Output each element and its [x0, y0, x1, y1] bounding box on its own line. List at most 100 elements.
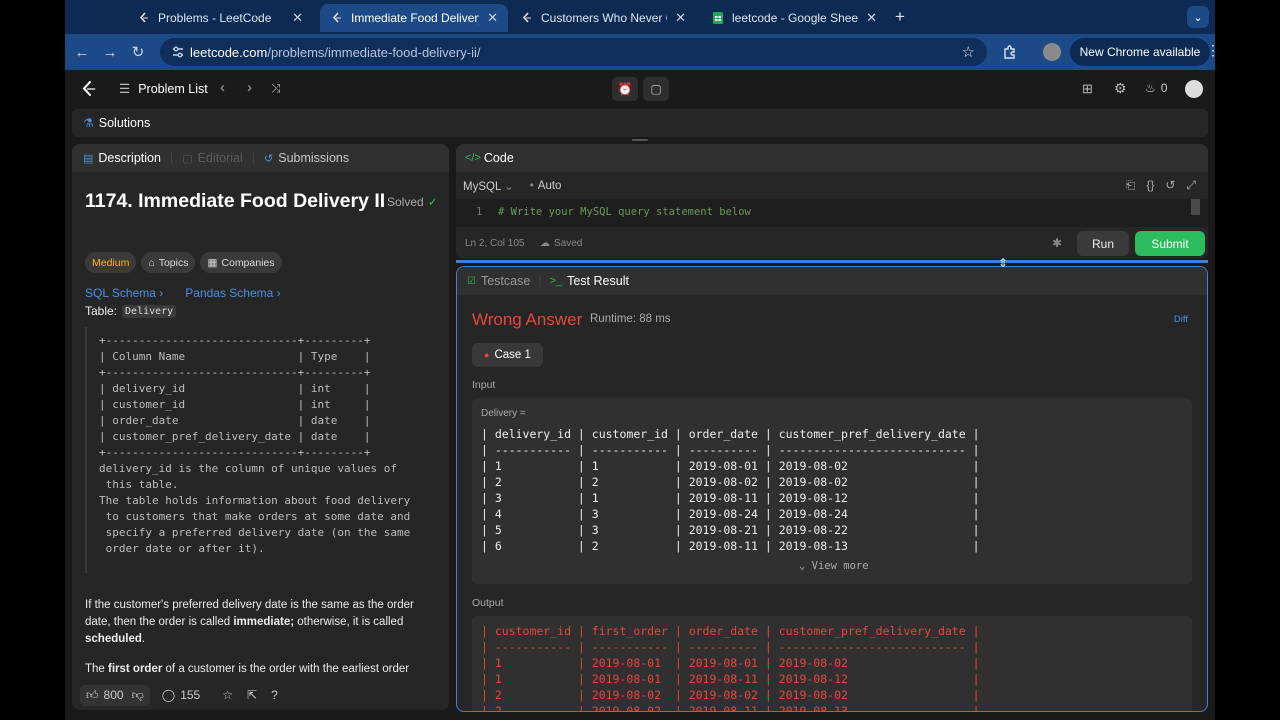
- difficulty-badge: Medium: [85, 252, 137, 273]
- format-braces-icon[interactable]: {}: [1146, 178, 1154, 193]
- site-info-icon[interactable]: [171, 45, 185, 59]
- pandas-schema-link[interactable]: Pandas Schema ›: [185, 286, 280, 300]
- shuffle-icon[interactable]: ⤨: [271, 81, 281, 96]
- profile-avatar[interactable]: [1043, 43, 1061, 61]
- table-label-row: Table: Delivery: [85, 304, 177, 318]
- comment-icon: ◯: [161, 688, 176, 702]
- schema-block: +-----------------------------+---------…: [99, 334, 411, 555]
- comments-button[interactable]: ◯ 155: [162, 688, 200, 702]
- view-more-button[interactable]: ⌄ View more: [799, 560, 869, 572]
- browser-tab[interactable]: leetcode - Google Sheets ✕: [701, 4, 887, 32]
- leetcode-icon: [520, 12, 533, 25]
- input-table: | delivery_id | customer_id | order_date…: [481, 427, 980, 553]
- editor-actions: ⎗ {} ↺ ⤢: [1115, 178, 1196, 193]
- problem-list-label: Problem List: [138, 81, 208, 96]
- tab-test-result[interactable]: >_ Test Result: [550, 274, 629, 288]
- tab-testcase[interactable]: ☑ Testcase: [467, 274, 530, 288]
- expand-icon[interactable]: ⤢: [1186, 178, 1196, 193]
- tab-description[interactable]: ▤ Description: [83, 151, 161, 165]
- user-avatar[interactable]: [1185, 80, 1203, 98]
- verdict-title: Wrong Answer: [472, 310, 583, 329]
- close-icon[interactable]: ✕: [487, 10, 498, 26]
- back-icon[interactable]: ←: [68, 44, 96, 61]
- prev-problem-icon[interactable]: ‹: [220, 79, 225, 96]
- favorite-star-icon[interactable]: ☆: [222, 688, 233, 702]
- leetcode-icon: [330, 12, 343, 25]
- editor-scrollbar[interactable]: [1191, 199, 1200, 215]
- cursor-position: Ln 2, Col 105: [465, 238, 525, 249]
- language-select[interactable]: MySQL ⌄: [463, 179, 514, 193]
- solutions-label: Solutions: [98, 116, 151, 130]
- chrome-menu-icon[interactable]: ⋮: [1206, 42, 1215, 59]
- variable-label: Delivery =: [481, 408, 526, 419]
- new-tab-icon[interactable]: +: [895, 7, 905, 27]
- extensions-icon[interactable]: [1002, 44, 1018, 60]
- document-icon: ▤: [83, 152, 94, 165]
- check-circle-icon: ✓: [427, 195, 438, 209]
- terminal-icon: >_: [549, 275, 563, 287]
- address-bar[interactable]: leetcode.com/problems/immediate-food-del…: [160, 38, 987, 66]
- input-label: Input: [472, 379, 496, 391]
- reload-icon[interactable]: ↻: [124, 43, 152, 61]
- forward-icon[interactable]: →: [96, 44, 124, 61]
- debug-bug-icon[interactable]: ✱: [1052, 236, 1062, 250]
- browser-tab[interactable]: Customers Who Never Order ✕: [510, 4, 696, 32]
- building-icon: ▦: [207, 256, 218, 269]
- problem-list-button[interactable]: ☰ Problem List: [119, 81, 208, 97]
- code-icon: </>: [465, 152, 481, 164]
- output-label: Output: [472, 597, 504, 609]
- notes-icon[interactable]: ▢: [643, 77, 669, 101]
- layout-grid-icon[interactable]: ⊞: [1082, 81, 1093, 97]
- input-box: Delivery = | delivery_id | customer_id |…: [472, 398, 1192, 584]
- case-tab[interactable]: ● Case 1: [472, 343, 543, 367]
- tab-title: Customers Who Never Order: [541, 11, 667, 25]
- sql-schema-link[interactable]: SQL Schema ›: [85, 286, 163, 300]
- auto-mode[interactable]: Auto: [538, 180, 562, 192]
- editor-toolbar: MySQL ⌄ • Auto: [463, 179, 561, 193]
- settings-gear-icon[interactable]: ⚙: [1114, 80, 1127, 97]
- diff-toggle[interactable]: Diff: [1174, 314, 1188, 325]
- code-panel: </> Code MySQL ⌄ • Auto ⎗ {} ↺ ⤢ 1 # Wri…: [456, 144, 1208, 259]
- timer-icon[interactable]: ⏰: [612, 77, 638, 101]
- tab-search-icon[interactable]: ⌄: [1187, 6, 1209, 28]
- list-icon: ☰: [119, 82, 131, 96]
- like-button[interactable]: 👍︎ 800 👎︎: [80, 684, 150, 706]
- output-box: | customer_id | first_order | order_date…: [472, 616, 1192, 711]
- bookmark-star-icon[interactable]: ☆: [962, 43, 975, 61]
- close-icon[interactable]: ✕: [866, 10, 877, 26]
- close-icon[interactable]: ✕: [675, 10, 686, 26]
- tab-editorial[interactable]: ▢ Editorial: [182, 151, 243, 165]
- output-header: | customer_id | first_order | order_date…: [481, 624, 980, 638]
- leetcode-icon: [137, 12, 150, 25]
- help-icon[interactable]: ?: [271, 688, 278, 702]
- companies-button[interactable]: ▦ Companies: [200, 252, 282, 273]
- bookmark-icon[interactable]: ⎗: [1126, 178, 1136, 193]
- leetcode-header: ☰ Problem List ‹ › ⤨ ⏰ ▢ ⊞ ⚙ ♨ 0: [65, 70, 1215, 108]
- cloud-icon: ☁: [540, 238, 550, 249]
- tab-strip: Problems - LeetCode ✕ Immediate Food Del…: [65, 0, 1215, 34]
- browser-tab-active[interactable]: Immediate Food Delivery II - LeetCode ✕: [320, 4, 508, 32]
- description-tabs: ▤ Description | ▢ Editorial | ↺ Submissions: [72, 144, 449, 172]
- panel-resizer[interactable]: [456, 260, 1208, 263]
- browser-tab[interactable]: Problems - LeetCode ✕: [127, 4, 313, 32]
- share-icon[interactable]: ⇱: [247, 688, 257, 702]
- next-problem-icon[interactable]: ›: [247, 79, 252, 96]
- description-panel: ▤ Description | ▢ Editorial | ↺ Submissions…: [72, 144, 449, 710]
- description-footer: 👍︎ 800 👎︎ ◯ 155 ☆ ⇱ ?: [72, 680, 449, 710]
- tab-code[interactable]: Code: [484, 151, 514, 165]
- double-chevron-down-icon: ⌄: [799, 560, 806, 572]
- code-editor[interactable]: 1 # Write your MySQL query statement bel…: [456, 199, 1208, 227]
- new-chrome-available-button[interactable]: New Chrome available: [1070, 38, 1210, 66]
- resize-handle[interactable]: [632, 139, 648, 141]
- solutions-bar[interactable]: ⚗ Solutions: [72, 109, 1208, 137]
- resize-cursor-icon: ⇕: [998, 256, 1009, 270]
- close-icon[interactable]: ✕: [292, 10, 303, 26]
- run-button[interactable]: Run: [1077, 231, 1129, 256]
- submit-button[interactable]: Submit: [1135, 231, 1205, 256]
- tab-submissions[interactable]: ↺ Submissions: [264, 151, 349, 165]
- leetcode-logo[interactable]: [81, 81, 97, 97]
- reset-icon[interactable]: ↺: [1165, 178, 1175, 193]
- topics-button[interactable]: ⌂ Topics: [141, 252, 196, 273]
- thumbs-down-icon[interactable]: 👎︎: [132, 688, 144, 703]
- streak-counter[interactable]: ♨ 0: [1145, 81, 1167, 95]
